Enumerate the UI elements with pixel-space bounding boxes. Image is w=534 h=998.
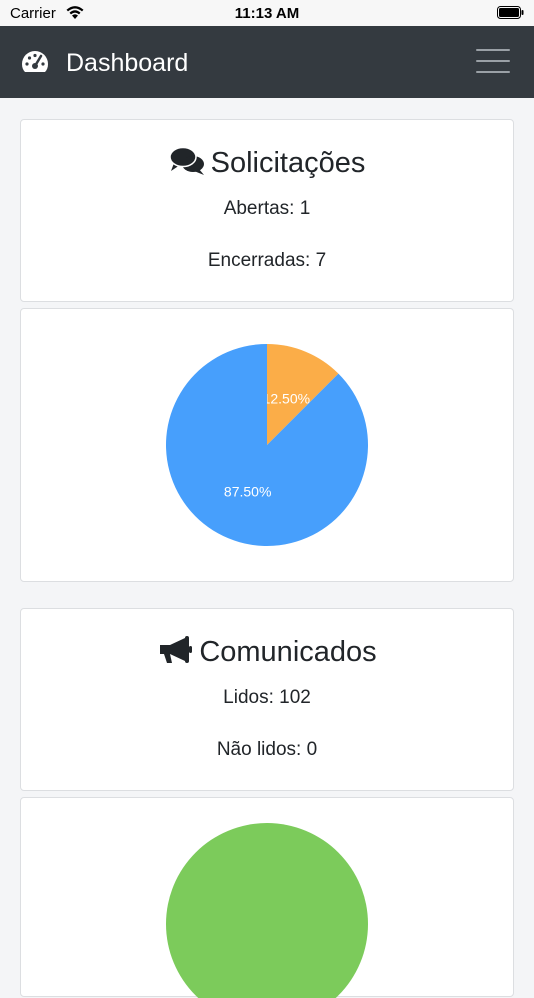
requests-pie-chart: 12.50% 87.50% [166,344,368,546]
announcements-title: Comunicados [21,635,513,669]
requests-chart-card: 12.50% 87.50% [20,308,514,582]
requests-title-text: Solicitações [210,147,366,179]
requests-closed-count: Encerradas: 7 [207,250,327,271]
battery-icon [497,6,524,19]
announcements-chart-card [20,797,514,998]
requests-summary-card: Solicitações Abertas: 1 Encerradas: 7 [20,119,514,302]
requests-open-count: Abertas: 1 [223,198,311,219]
requests-pie-slice-label-1: 87.50% [224,484,271,500]
comments-icon [168,146,204,175]
navbar: Dashboard [0,26,534,98]
bullhorn-icon [160,636,193,663]
announcements-read-count: Lidos: 102 [223,687,311,708]
hamburger-icon [476,49,510,51]
announcements-title-text: Comunicados [199,636,377,668]
announcements-pie-slice-0 [166,823,368,998]
announcements-pie-chart [166,823,368,998]
status-bar: Carrier 11:13 AM [0,0,534,26]
menu-toggle-button[interactable] [476,46,510,76]
requests-pie-slice-label-0: 12.50% [263,390,310,406]
tachometer-icon [22,51,48,72]
announcements-summary-card: Comunicados Lidos: 102 Não lidos: 0 [20,608,514,791]
requests-pie-slice-1 [166,344,368,546]
announcements-unread-count: Não lidos: 0 [216,739,318,760]
page-title: Dashboard [66,49,189,77]
clock: 11:13 AM [234,5,300,22]
requests-title: Solicitações [21,146,513,180]
